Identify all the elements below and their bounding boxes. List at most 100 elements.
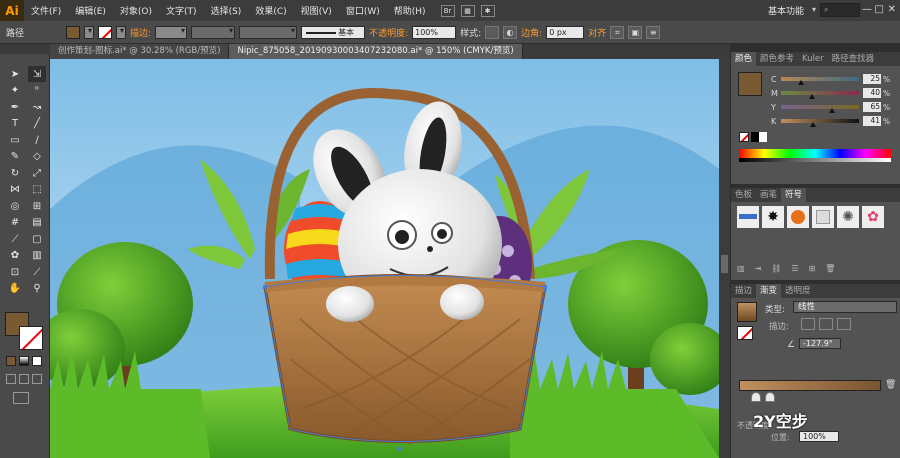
column-graph-tool-icon[interactable]: ▥ xyxy=(28,248,46,264)
break-link-icon[interactable]: ⛓ xyxy=(771,264,781,273)
gradient-mode-button[interactable] xyxy=(19,356,29,366)
tab-stroke[interactable]: 描边 xyxy=(731,284,756,298)
magic-wand-tool-icon[interactable]: ✦ xyxy=(6,83,24,99)
tab-gradient[interactable]: 渐变 xyxy=(756,284,782,298)
direct-selection-tool-icon[interactable]: ⇲ xyxy=(28,66,46,82)
gradient-type-dropdown[interactable]: 线性 xyxy=(793,301,897,313)
scale-tool-icon[interactable]: ⤢ xyxy=(28,165,46,181)
arrange-documents-icon[interactable]: ▦ xyxy=(460,4,475,17)
stroke-style-dropdown[interactable]: 基本 xyxy=(301,25,366,39)
draw-behind-icon[interactable] xyxy=(19,374,29,384)
maximize-button[interactable]: □ xyxy=(875,4,884,15)
paintbrush-tool-icon[interactable]: ∕ xyxy=(28,132,46,148)
channel-slider-m[interactable]: M 40% xyxy=(771,88,899,99)
symbol-item[interactable] xyxy=(737,206,759,228)
channel-track[interactable] xyxy=(781,105,859,113)
shape-builder-tool-icon[interactable]: ◎ xyxy=(6,198,24,214)
white-color-button[interactable] xyxy=(759,132,767,142)
artboard-tool-icon[interactable]: ⊡ xyxy=(6,264,24,280)
tab-swatches[interactable]: 色板 xyxy=(731,188,756,202)
channel-slider-k[interactable]: K 41% xyxy=(771,116,899,127)
search-help-input[interactable]: ⌕ xyxy=(820,3,860,17)
tab-transparency[interactable]: 透明度 xyxy=(781,284,815,298)
color-mode-button[interactable] xyxy=(6,356,16,366)
screen-mode-icon[interactable] xyxy=(13,392,29,404)
tab-brushes[interactable]: 画笔 xyxy=(756,188,781,202)
channel-slider-c[interactable]: C 25% xyxy=(771,74,899,85)
rectangle-tool-icon[interactable]: ▭ xyxy=(6,132,24,148)
fill-dropdown[interactable] xyxy=(84,25,95,39)
graphic-style-swatch[interactable] xyxy=(485,25,500,39)
gradient-angle-field[interactable]: -127.9° xyxy=(799,338,841,349)
pencil-tool-icon[interactable]: ✎ xyxy=(6,149,24,165)
tab-symbols[interactable]: 符号 xyxy=(781,188,807,202)
channel-track[interactable] xyxy=(781,77,859,85)
symbol-item[interactable] xyxy=(787,206,809,228)
symbol-sprayer-tool-icon[interactable]: ✿ xyxy=(6,248,24,264)
symbol-item[interactable]: ✺ xyxy=(837,206,859,228)
curvature-tool-icon[interactable]: ↝ xyxy=(28,99,46,115)
menu-type[interactable]: 文字(T) xyxy=(159,4,204,17)
opacity-field[interactable]: 100% xyxy=(412,25,457,39)
gradient-preview-swatch[interactable] xyxy=(737,302,757,322)
menu-view[interactable]: 视图(V) xyxy=(294,4,339,17)
channel-thumb[interactable] xyxy=(809,94,816,99)
menu-effect[interactable]: 效果(C) xyxy=(248,4,293,17)
eraser-tool-icon[interactable]: ◇ xyxy=(28,149,46,165)
variable-width-dropdown[interactable] xyxy=(191,25,236,39)
close-button[interactable]: ✕ xyxy=(888,4,896,15)
stroke-weight-dropdown[interactable] xyxy=(155,25,188,39)
stroke-label[interactable]: 描边: xyxy=(130,26,151,39)
menu-object[interactable]: 对象(O) xyxy=(113,4,159,17)
draw-normal-icon[interactable] xyxy=(6,374,16,384)
free-transform-tool-icon[interactable]: ⬚ xyxy=(28,182,46,198)
align-label[interactable]: 对齐 xyxy=(588,26,606,39)
selection-tool-icon[interactable]: ➤ xyxy=(6,66,24,82)
symbol-options-icon[interactable]: ☰ xyxy=(791,264,798,273)
chevron-down-icon[interactable]: ▾ xyxy=(812,5,816,14)
channel-value-field[interactable]: 41 xyxy=(863,116,881,126)
brush-definition-dropdown[interactable] xyxy=(239,25,298,39)
color-spectrum-bar[interactable] xyxy=(739,149,891,162)
isolate-icon[interactable]: ▣ xyxy=(628,25,643,39)
scrollbar-thumb[interactable] xyxy=(721,255,728,273)
fill-stroke-widget[interactable] xyxy=(5,312,45,352)
recolor-artwork-icon[interactable]: ◐ xyxy=(503,25,518,39)
channel-value-field[interactable]: 25 xyxy=(863,74,881,84)
channel-value-field[interactable]: 40 xyxy=(863,88,881,98)
tab-color[interactable]: 颜色 xyxy=(731,52,757,66)
hand-tool-icon[interactable]: ✋ xyxy=(6,281,24,297)
minimize-button[interactable]: — xyxy=(862,4,872,15)
delete-stop-icon[interactable]: 🗑 xyxy=(885,380,896,390)
channel-slider-y[interactable]: Y 65% xyxy=(771,102,899,113)
channel-track[interactable] xyxy=(781,91,859,99)
stroke-color-swatch[interactable] xyxy=(98,25,113,39)
opacity-label[interactable]: 不透明度: xyxy=(369,26,408,39)
tab-color-guide[interactable]: 颜色参考 xyxy=(756,52,798,66)
tab-kuler[interactable]: Kuler xyxy=(798,52,828,66)
tab-document-1[interactable]: 创作策划-图标.ai* @ 30.28% (RGB/预览) xyxy=(50,44,230,59)
channel-thumb[interactable] xyxy=(828,108,835,113)
current-color-swatch[interactable] xyxy=(738,72,762,96)
blend-tool-icon[interactable]: ▢ xyxy=(28,231,46,247)
stroke-swatch[interactable] xyxy=(19,326,43,350)
channel-value-field[interactable]: 65 xyxy=(863,102,881,112)
gpu-icon[interactable]: ✱ xyxy=(480,4,495,17)
artboard-canvas[interactable] xyxy=(50,59,719,458)
delete-symbol-icon[interactable]: 🗑 xyxy=(825,264,835,273)
place-symbol-icon[interactable]: ⇥ xyxy=(755,264,762,273)
type-tool-icon[interactable]: T xyxy=(6,116,24,132)
panel-menu-icon[interactable]: ≡ xyxy=(646,25,661,39)
width-tool-icon[interactable]: ⋈ xyxy=(6,182,24,198)
gradient-location-field[interactable]: 100% xyxy=(799,431,839,442)
zoom-tool-icon[interactable]: ⚲ xyxy=(28,281,46,297)
pen-tool-icon[interactable]: ✒ xyxy=(6,99,24,115)
symbol-libraries-icon[interactable]: ▥ xyxy=(737,264,745,273)
stroke-along-icon[interactable] xyxy=(819,318,833,330)
lasso-tool-icon[interactable]: ᵒ xyxy=(28,83,46,99)
stroke-within-icon[interactable] xyxy=(801,318,815,330)
black-color-button[interactable] xyxy=(751,132,759,142)
stroke-across-icon[interactable] xyxy=(837,318,851,330)
menu-select[interactable]: 选择(S) xyxy=(204,4,249,17)
symbol-item[interactable]: ✿ xyxy=(862,206,884,228)
